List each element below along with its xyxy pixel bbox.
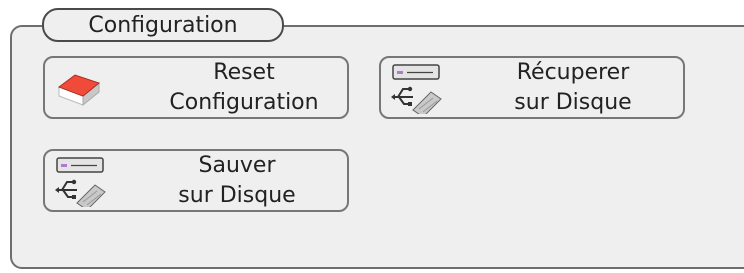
configuration-window: Configuration Reset Configuration Récupe… <box>0 0 744 273</box>
panel-title-label: Configuration <box>88 12 238 38</box>
reset-configuration-label: Reset Configuration <box>169 59 319 115</box>
usb-drive-icon <box>51 155 111 211</box>
sauver-sur-disque-button[interactable]: Sauver sur Disque <box>43 149 349 212</box>
reset-configuration-button[interactable]: Reset Configuration <box>43 56 349 119</box>
eraser-icon <box>55 69 105 113</box>
sauver-sur-disque-label: Sauver sur Disque <box>178 152 296 208</box>
usb-drive-icon <box>387 62 447 118</box>
recuperer-sur-disque-label: Récuperer sur Disque <box>514 59 632 115</box>
panel-title: Configuration <box>42 8 284 42</box>
recuperer-sur-disque-button[interactable]: Récuperer sur Disque <box>379 56 685 119</box>
